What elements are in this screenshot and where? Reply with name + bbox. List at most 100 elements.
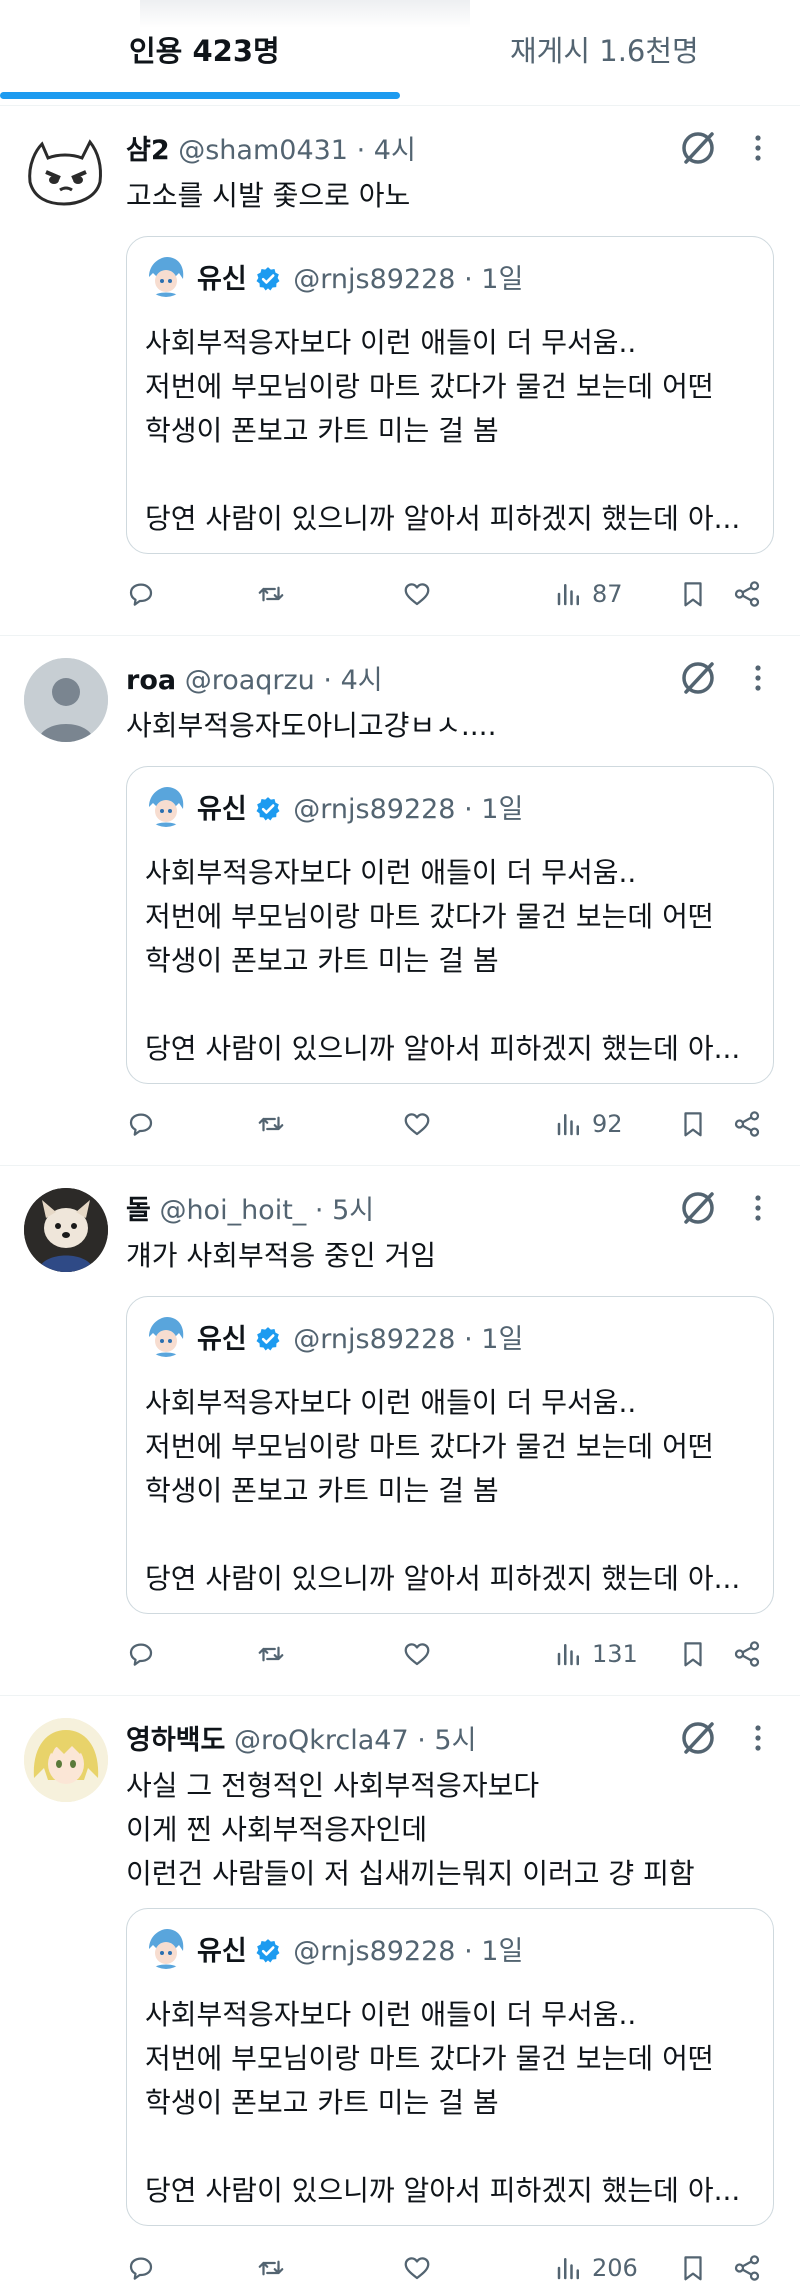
share-button[interactable] (732, 1634, 762, 1674)
views-count: 206 (592, 2254, 638, 2282)
quoted-header: 유신 @rnjs89228 · 1일 (197, 1929, 523, 1969)
quote-tweet[interactable]: 유신 @rnjs89228 · 1일 사회부적응자보다 이런 애들이 더 무서움… (126, 1908, 774, 2226)
views-button[interactable]: 87 (554, 574, 623, 614)
grok-icon[interactable] (678, 1718, 718, 1758)
author-handle[interactable]: @hoi_hoit_ (159, 1195, 306, 1226)
reply-button[interactable] (126, 574, 156, 614)
tweet[interactable]: roa @roaqrzu · 4시 사회부적응자도아니고걍ㅂㅅ.... 유신 @… (0, 636, 800, 1166)
repost-icon (258, 1116, 284, 1132)
quoted-author-name: 유신 (197, 264, 247, 295)
timestamp[interactable]: 5시 (434, 1725, 476, 1756)
quote-tweet[interactable]: 유신 @rnjs89228 · 1일 사회부적응자보다 이런 애들이 더 무서움… (126, 1296, 774, 1614)
repost-button[interactable] (256, 2248, 286, 2288)
quoted-author-handle: @rnjs89228 (293, 1936, 456, 1967)
author-name[interactable]: 돌 (126, 1195, 151, 1226)
tweet[interactable]: 샴2 @sham0431 · 4시 고소를 시발 좇으로 아노 유신 @rnjs… (0, 106, 800, 636)
repost-icon (258, 1646, 284, 1662)
quoted-author-handle: @rnjs89228 (293, 794, 456, 825)
author-handle[interactable]: @roQkrcla47 (234, 1725, 409, 1756)
author-handle[interactable]: @roaqrzu (185, 665, 315, 696)
reply-icon (129, 583, 153, 606)
like-icon (404, 2257, 430, 2280)
bookmark-icon (684, 1642, 702, 1667)
tweet-text-line: 고소를 시발 좇으로 아노 (126, 179, 411, 212)
quoted-text-line (145, 453, 755, 497)
avatar[interactable] (24, 658, 108, 742)
default-profile-icon (24, 658, 108, 742)
grok-icon[interactable] (678, 658, 718, 698)
quoted-text-line: 사회부적응자보다 이런 애들이 더 무서움.. (145, 326, 637, 359)
more-icon[interactable] (740, 1190, 776, 1226)
anime-avatar-icon (145, 1315, 187, 1357)
like-button[interactable] (402, 1634, 432, 1674)
reply-button[interactable] (126, 2248, 156, 2288)
share-icon (734, 1111, 760, 1137)
tweet-text: 걔가 사회부적응 중인 거임 (126, 1234, 766, 1278)
like-button[interactable] (402, 2248, 432, 2288)
tab-reposts[interactable]: 재게시 1.6천명 (510, 28, 699, 72)
quoted-text-line: 학생이 폰보고 카트 미는 걸 봄 (145, 1474, 499, 1507)
views-icon (557, 584, 579, 606)
timestamp[interactable]: 5시 (332, 1195, 374, 1226)
avatar[interactable] (24, 1188, 108, 1272)
quoted-avatar (145, 1315, 187, 1357)
quoted-text: 사회부적응자보다 이런 애들이 더 무서움.. 저번에 부모님이랑 마트 갔다가… (145, 321, 755, 541)
more-icon[interactable] (740, 130, 776, 166)
quoted-header: 유신 @rnjs89228 · 1일 (197, 257, 523, 297)
views-button[interactable]: 92 (554, 1104, 623, 1144)
tab-quotes[interactable]: 인용 423명 (129, 28, 280, 72)
views-button[interactable]: 206 (554, 2248, 638, 2288)
timestamp[interactable]: 4시 (341, 665, 383, 696)
quote-tweet[interactable]: 유신 @rnjs89228 · 1일 사회부적응자보다 이런 애들이 더 무서움… (126, 236, 774, 554)
share-button[interactable] (732, 1104, 762, 1144)
views-count: 87 (592, 580, 623, 608)
grok-icon[interactable] (678, 128, 718, 168)
quoted-author-handle: @rnjs89228 (293, 1324, 456, 1355)
reply-button[interactable] (126, 1104, 156, 1144)
avatar[interactable] (24, 128, 108, 212)
reply-icon (129, 1643, 153, 1666)
repost-button[interactable] (256, 574, 286, 614)
tweet-text-line: 사실 그 전형적인 사회부적응자보다 (126, 1769, 540, 1802)
share-button[interactable] (732, 2248, 762, 2288)
repost-button[interactable] (256, 1104, 286, 1144)
like-button[interactable] (402, 574, 432, 614)
repost-button[interactable] (256, 1634, 286, 1674)
tweet[interactable]: 돌 @hoi_hoit_ · 5시 걔가 사회부적응 중인 거임 유신 @rnj… (0, 1166, 800, 1696)
tweet[interactable]: 영하백도 @roQkrcla47 · 5시 사실 그 전형적인 사회부적응자보다… (0, 1696, 800, 2296)
anime-girl-avatar-icon (24, 1718, 108, 1802)
quoted-text-line: 학생이 폰보고 카트 미는 걸 봄 (145, 944, 499, 977)
share-button[interactable] (732, 574, 762, 614)
author-name[interactable]: roa (126, 665, 176, 696)
like-button[interactable] (402, 1104, 432, 1144)
author-name[interactable]: 영하백도 (126, 1725, 225, 1756)
quoted-text-line: 저번에 부모님이랑 마트 갔다가 물건 보는데 어떤 (145, 900, 714, 933)
timestamp[interactable]: 4시 (374, 135, 416, 166)
separator-dot: · (464, 264, 473, 295)
grok-icon[interactable] (678, 1188, 718, 1228)
quoted-text-line: 학생이 폰보고 카트 미는 걸 봄 (145, 414, 499, 447)
quoted-text-line: 저번에 부모님이랑 마트 갔다가 물건 보는데 어떤 (145, 370, 714, 403)
quoted-timestamp: 1일 (481, 794, 524, 825)
views-button[interactable]: 131 (554, 1634, 638, 1674)
bookmark-button[interactable] (678, 2248, 708, 2288)
bookmark-button[interactable] (678, 1104, 708, 1144)
separator-dot: · (464, 1324, 473, 1355)
quoted-text-line: 당연 사람이 있으니까 알아서 피하겠지 했는데 아... (145, 2174, 741, 2207)
avatar[interactable] (24, 1718, 108, 1802)
author-handle[interactable]: @sham0431 (178, 135, 348, 166)
bookmark-button[interactable] (678, 1634, 708, 1674)
quoted-author-name: 유신 (197, 1324, 247, 1355)
quote-tweet[interactable]: 유신 @rnjs89228 · 1일 사회부적응자보다 이런 애들이 더 무서움… (126, 766, 774, 1084)
quoted-text: 사회부적응자보다 이런 애들이 더 무서움.. 저번에 부모님이랑 마트 갔다가… (145, 1993, 755, 2213)
tweet-text: 사실 그 전형적인 사회부적응자보다 이게 찐 사회부적응자인데 이런건 사람들… (126, 1764, 766, 1896)
more-icon[interactable] (740, 660, 776, 696)
verified-badge-icon (256, 267, 280, 291)
reply-button[interactable] (126, 1634, 156, 1674)
bookmark-button[interactable] (678, 574, 708, 614)
more-icon[interactable] (740, 1720, 776, 1756)
tweet-actions: 92 (126, 1104, 776, 1144)
quoted-text-line (145, 2125, 755, 2169)
author-name[interactable]: 샴2 (126, 135, 170, 166)
quoted-timestamp: 1일 (481, 1936, 524, 1967)
